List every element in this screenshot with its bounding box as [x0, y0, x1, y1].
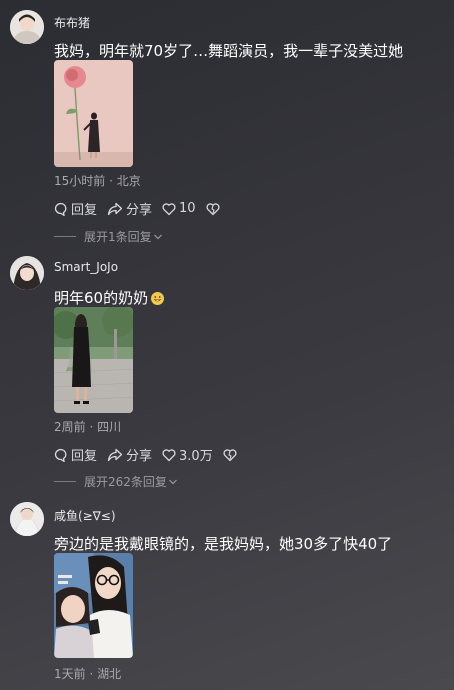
comment-text: 旁边的是我戴眼镜的，是我妈妈，她30多了快40了 [54, 535, 393, 553]
broken-heart-icon [223, 448, 237, 461]
grinning-sweat-emoji-icon [151, 292, 165, 305]
comment-text-body: 明年60的奶奶 [54, 289, 149, 307]
expand-label: 展开1条回复 [84, 230, 152, 244]
chevron-down-icon [168, 479, 177, 484]
share-label: 分享 [126, 449, 153, 464]
comment-image[interactable] [54, 553, 133, 658]
like-count: 10 [179, 201, 196, 216]
reply-label: 回复 [71, 203, 98, 218]
share-icon [107, 448, 123, 461]
heart-icon [162, 202, 176, 215]
comment-image[interactable] [54, 307, 133, 413]
heart-icon [162, 448, 176, 461]
reply-button[interactable]: 回复 [54, 445, 97, 464]
share-button[interactable]: 分享 [107, 199, 152, 218]
comment-meta: 1天前 · 湖北 [54, 667, 122, 681]
reply-label: 回复 [71, 449, 98, 464]
username[interactable]: 布布猪 [54, 14, 90, 31]
dislike-button[interactable] [223, 448, 240, 462]
like-button[interactable]: 10 [162, 201, 196, 216]
like-button[interactable]: 3.0万 [162, 445, 213, 464]
avatar[interactable] [10, 256, 44, 290]
divider [54, 236, 76, 237]
avatar[interactable] [10, 502, 44, 536]
chevron-down-icon [153, 234, 162, 239]
broken-heart-icon [206, 202, 220, 215]
share-button[interactable]: 分享 [107, 445, 152, 464]
comment-text: 我妈，明年就70岁了…舞蹈演员，我一辈子没美过她 [54, 42, 404, 60]
reply-button[interactable]: 回复 [54, 199, 97, 218]
avatar[interactable] [10, 10, 44, 44]
comment-meta: 15小时前 · 北京 [54, 174, 141, 188]
comment-image[interactable] [54, 60, 133, 167]
expand-replies[interactable]: 展开262条回复 [54, 473, 178, 490]
reply-icon [54, 448, 67, 462]
username[interactable]: Smart_JoJo [54, 260, 118, 274]
comment-actions: 回复 分享 3.0万 [54, 445, 250, 464]
expand-label: 展开262条回复 [84, 475, 167, 489]
like-count: 3.0万 [179, 449, 213, 464]
expand-replies[interactable]: 展开1条回复 [54, 228, 163, 245]
share-icon [107, 202, 123, 215]
username[interactable]: 咸鱼(≥∇≤) [54, 507, 116, 524]
divider [54, 481, 76, 482]
reply-icon [54, 202, 67, 216]
dislike-button[interactable] [206, 202, 223, 216]
share-label: 分享 [126, 203, 153, 218]
comment-text: 明年60的奶奶 [54, 287, 165, 308]
comment-meta: 2周前 · 四川 [54, 420, 122, 434]
comment-actions: 回复 分享 10 [54, 199, 233, 218]
